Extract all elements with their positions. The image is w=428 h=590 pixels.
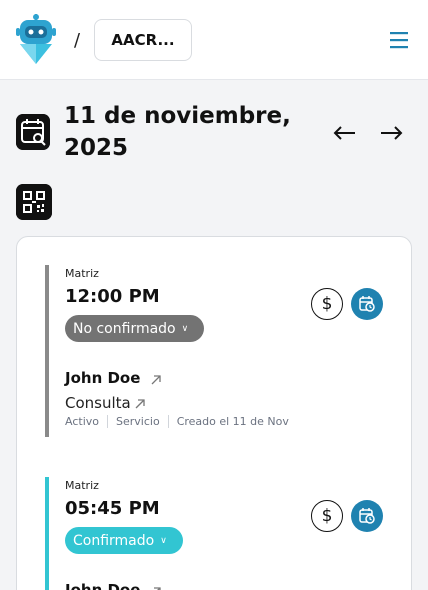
meta-type: Servicio (116, 415, 160, 428)
page-title: 11 de noviembre, 2025 (64, 100, 304, 164)
payment-button[interactable]: $ (311, 288, 343, 320)
status-dropdown[interactable]: No confirmado ∨ (65, 315, 205, 342)
appointment-card[interactable]: Matriz 12:00 PM No confirmado ∨ $ John D… (45, 265, 385, 437)
qr-code-icon[interactable] (16, 184, 52, 220)
appointment-card[interactable]: Matriz 05:45 PM Confirmado ∨ $ John Doe (45, 477, 385, 590)
top-bar: / AACR... (0, 0, 428, 80)
reschedule-button[interactable] (351, 500, 383, 532)
meta-created: Creado el 11 de Nov (176, 415, 289, 428)
appointment-location: Matriz (65, 479, 99, 492)
meta-status: Activo (65, 415, 99, 428)
appointment-location: Matriz (65, 267, 99, 280)
breadcrumb-separator: / (74, 30, 81, 51)
robot-logo-icon[interactable] (16, 14, 56, 64)
external-link-arrow-icon[interactable] (135, 399, 145, 409)
calendar-clock-icon (359, 508, 375, 524)
appointment-time: 12:00 PM (65, 286, 160, 307)
date-line-2: 2025 (64, 135, 129, 161)
date-line-1: 11 de noviembre, (64, 103, 291, 129)
meta-divider (107, 415, 108, 428)
dollar-icon: $ (321, 294, 333, 314)
service-name-link[interactable]: Consulta (65, 394, 131, 412)
calendar-clock-icon (359, 296, 375, 312)
chevron-down-icon: ∨ (160, 535, 167, 546)
appointment-meta: Activo Servicio Creado el 11 de Nov (65, 415, 289, 428)
dollar-icon: $ (321, 506, 333, 526)
appointments-panel: Matriz 12:00 PM No confirmado ∨ $ John D… (16, 236, 412, 590)
reschedule-button[interactable] (351, 288, 383, 320)
chevron-down-icon: ∨ (181, 323, 189, 334)
client-name-link[interactable]: John Doe (65, 369, 140, 387)
status-label: Confirmado (73, 532, 155, 549)
status-dropdown[interactable]: Confirmado ∨ (65, 527, 183, 554)
appointment-status-bar (45, 265, 49, 437)
payment-button[interactable]: $ (311, 500, 343, 532)
appointment-status-bar (45, 477, 49, 590)
appointment-time: 05:45 PM (65, 498, 160, 519)
client-name-link[interactable]: John Doe (65, 581, 140, 590)
calendar-search-icon[interactable] (16, 114, 50, 150)
organization-selector-button[interactable]: AACR... (94, 19, 192, 61)
external-link-arrow-icon[interactable] (151, 375, 161, 385)
previous-day-arrow-icon[interactable] (331, 122, 359, 144)
next-day-arrow-icon[interactable] (377, 122, 405, 144)
meta-divider (167, 415, 169, 428)
hamburger-menu-icon[interactable] (388, 30, 412, 50)
status-label: No confirmado (73, 320, 176, 337)
